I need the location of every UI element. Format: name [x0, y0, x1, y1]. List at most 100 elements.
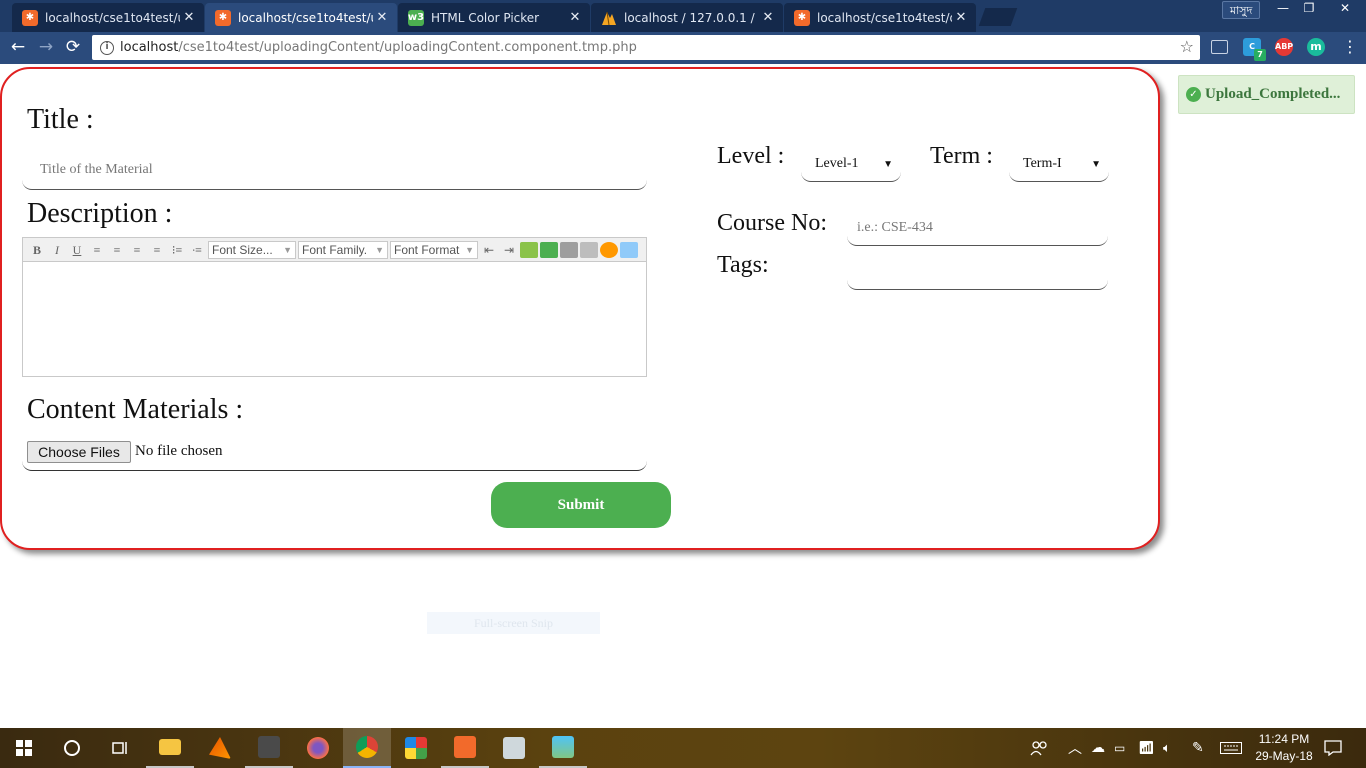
tray-overflow-chevron-icon[interactable]: ︿ — [1068, 728, 1082, 768]
description-label: Description : — [27, 198, 173, 229]
url-host: localhost — [120, 40, 179, 55]
unlink-icon[interactable] — [580, 241, 598, 258]
battery-icon[interactable]: ▭ — [1114, 728, 1125, 768]
windows-start-icon[interactable] — [0, 728, 48, 768]
title-label: Title : — [27, 104, 94, 135]
editor-toolbar: B I U ≡ ≡ ≡ ≡ ⁝≡ ∙≡ Font Size... ▼ Font F… — [23, 238, 646, 262]
close-icon[interactable]: ✕ — [952, 10, 970, 25]
source-edit-icon[interactable] — [620, 241, 638, 258]
browser-tab-2[interactable]: ✱ localhost/cse1to4test/upl ✕ — [205, 3, 397, 32]
firefox-icon[interactable] — [294, 728, 342, 768]
course-no-input[interactable] — [847, 210, 1108, 246]
onedrive-icon[interactable]: ☁ — [1091, 728, 1105, 768]
unordered-list-icon[interactable]: ∙≡ — [187, 240, 207, 260]
action-center-icon[interactable] — [1324, 728, 1342, 768]
minimize-icon[interactable]: — — [1270, 0, 1296, 18]
insert-media-icon[interactable] — [540, 241, 558, 258]
matlab-icon[interactable] — [196, 728, 244, 768]
winrar-icon[interactable] — [392, 728, 440, 768]
forward-arrow-icon[interactable]: → — [34, 36, 58, 60]
browser-tab-3[interactable]: w3 HTML Color Picker ✕ — [398, 3, 590, 32]
align-left-icon[interactable]: ≡ — [87, 240, 107, 260]
outdent-icon[interactable]: ⇤ — [479, 240, 499, 260]
volume-icon[interactable]: 🔈︎ — [1163, 728, 1171, 768]
link-icon[interactable] — [560, 241, 578, 258]
close-icon[interactable]: ✕ — [759, 10, 777, 25]
bookmark-star-icon[interactable]: ☆ — [1180, 37, 1194, 56]
browser-tab-4[interactable]: localhost / 127.0.0.1 / cse ✕ — [591, 3, 783, 32]
tags-input[interactable] — [847, 254, 1108, 290]
people-icon[interactable] — [1030, 728, 1048, 768]
monitor-logo-icon — [503, 737, 525, 759]
taskbar-clock[interactable]: 11:24 PM 29-May-18 — [1248, 731, 1320, 765]
extension-badge: 7 — [1254, 49, 1266, 61]
matlab-logo-icon — [209, 737, 231, 759]
close-icon[interactable]: ✕ — [566, 10, 584, 25]
profile-button[interactable]: মাসুদ — [1222, 1, 1261, 19]
font-format-select[interactable]: Font Format ▼ — [390, 240, 478, 259]
font-size-select[interactable]: Font Size... ▼ — [208, 240, 296, 259]
w3schools-icon: w3 — [408, 9, 424, 26]
back-arrow-icon[interactable]: ← — [6, 36, 30, 60]
xampp-icon: ✱ — [215, 9, 231, 26]
term-value: Term-I — [1023, 155, 1062, 171]
color-icon[interactable] — [600, 241, 618, 258]
ordered-list-icon[interactable]: ⁝≡ — [167, 240, 187, 260]
upload-success-toast: ✓ Upload_Completed... — [1178, 75, 1355, 114]
photos-icon[interactable] — [539, 728, 587, 768]
align-justify-icon[interactable]: ≡ — [147, 240, 167, 260]
address-bar[interactable]: i localhost/cse1to4test/uploadingContent… — [92, 35, 1200, 60]
file-explorer-icon[interactable] — [146, 728, 194, 768]
reload-icon[interactable]: ⟳ — [61, 36, 85, 60]
font-family-label: Font Family. — [302, 242, 368, 257]
extension-m-icon[interactable]: m — [1307, 38, 1325, 56]
snip-overlay-label: Full-screen Snip — [427, 612, 600, 634]
align-center-icon[interactable]: ≡ — [107, 240, 127, 260]
clock-time: 11:24 PM — [1258, 732, 1310, 746]
adblock-icon[interactable]: ABP — [1275, 38, 1293, 56]
chrome-icon[interactable] — [343, 728, 391, 768]
task-view-icon[interactable] — [96, 728, 144, 768]
cast-icon[interactable] — [1211, 40, 1228, 54]
level-label: Level : — [717, 143, 785, 169]
chevron-down-icon: ▼ — [375, 244, 384, 255]
term-select[interactable]: Term-I ▼ — [1009, 146, 1109, 182]
browser-tab-5[interactable]: ✱ localhost/cse1to4test/dat ✕ — [784, 3, 976, 32]
title-input[interactable] — [22, 150, 647, 190]
search-icon[interactable] — [48, 728, 96, 768]
wifi-icon[interactable]: 📶︎ — [1138, 728, 1155, 768]
dropdown-arrow-icon: ▼ — [1091, 159, 1101, 170]
font-family-select[interactable]: Font Family. ▼ — [298, 240, 388, 259]
content-materials-label: Content Materials : — [27, 394, 244, 425]
info-icon[interactable]: i — [100, 40, 114, 55]
dropdown-arrow-icon: ▼ — [883, 159, 893, 170]
performance-monitor-icon[interactable] — [490, 728, 538, 768]
new-tab-button[interactable] — [978, 8, 1018, 26]
sublime-text-icon[interactable] — [245, 728, 293, 768]
insert-image-icon[interactable] — [520, 241, 538, 258]
bold-button[interactable]: B — [27, 240, 47, 260]
xampp-logo-icon — [454, 736, 476, 758]
italic-button[interactable]: I — [47, 240, 67, 260]
browser-tab-1[interactable]: ✱ localhost/cse1to4test/upl ✕ — [12, 3, 204, 32]
underline-button[interactable]: U — [67, 240, 87, 260]
file-status-text: No file chosen — [135, 443, 223, 459]
xampp-icon: ✱ — [794, 9, 810, 26]
pen-icon[interactable]: ✎ — [1192, 728, 1204, 768]
keyboard-icon[interactable] — [1220, 728, 1242, 768]
align-right-icon[interactable]: ≡ — [127, 240, 147, 260]
close-icon[interactable]: ✕ — [180, 10, 198, 25]
level-select[interactable]: Level-1 ▼ — [801, 146, 901, 182]
course-no-label: Course No: — [717, 210, 827, 236]
submit-button[interactable]: Submit — [491, 482, 671, 528]
restore-icon[interactable]: ❐ — [1296, 0, 1322, 18]
font-size-label: Font Size... — [212, 242, 273, 257]
url-path: /cse1to4test/uploadingContent/uploadingC… — [178, 40, 637, 55]
tab-title: localhost/cse1to4test/upl — [45, 10, 180, 25]
xampp-taskbar-icon[interactable] — [441, 728, 489, 768]
rich-text-editor[interactable]: B I U ≡ ≡ ≡ ≡ ⁝≡ ∙≡ Font Size... ▼ Font F… — [22, 237, 647, 377]
menu-icon[interactable]: ⋮ — [1338, 36, 1362, 60]
window-close-icon[interactable]: ✕ — [1328, 0, 1362, 18]
close-icon[interactable]: ✕ — [373, 10, 391, 25]
indent-icon[interactable]: ⇥ — [499, 240, 519, 260]
